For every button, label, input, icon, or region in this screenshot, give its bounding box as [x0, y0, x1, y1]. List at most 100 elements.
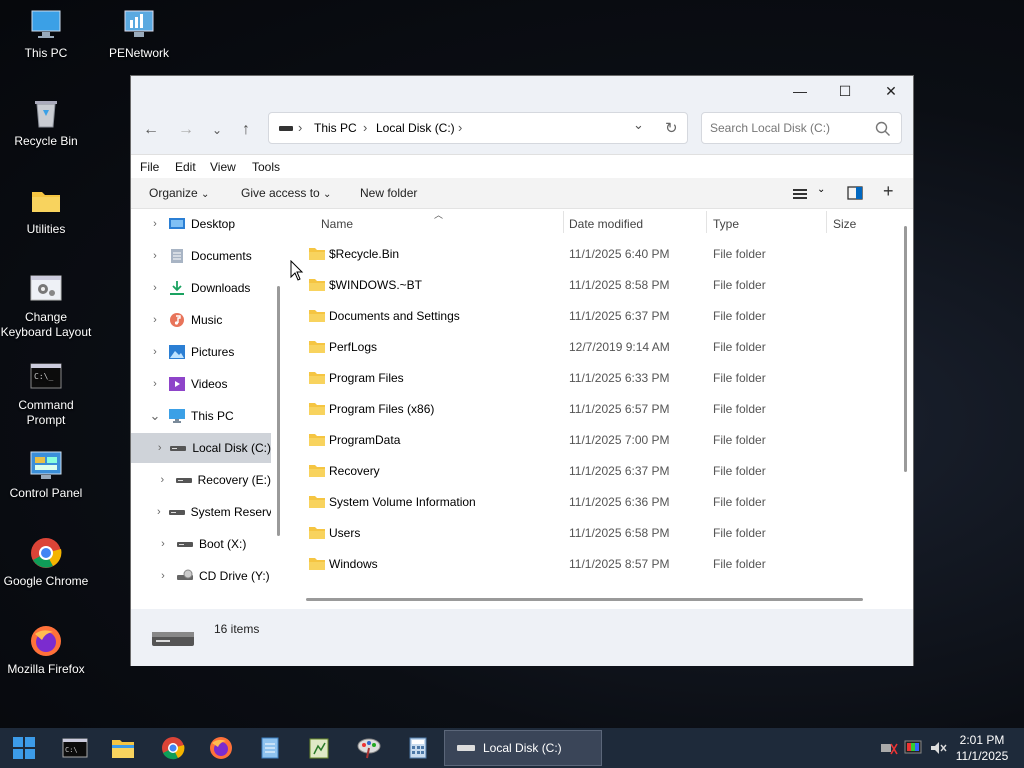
forward-button[interactable]: → — [174, 118, 198, 142]
desktop-icon-google-chrome[interactable]: Google Chrome — [0, 536, 92, 589]
column-header-date-modified[interactable]: Date modified — [569, 217, 643, 231]
chevron-right-icon[interactable]: › — [149, 314, 161, 326]
minimize-button[interactable]: — — [780, 80, 820, 102]
file-row[interactable]: Documents and Settings 11/1/2025 6:37 PM F… — [289, 301, 889, 331]
file-row[interactable]: $Recycle.Bin 11/1/2025 6:40 PM File folder — [289, 239, 889, 269]
chrome-icon[interactable] — [160, 736, 186, 760]
maximize-button[interactable]: ☐ — [825, 80, 865, 102]
nav-item[interactable]: › Desktop — [131, 209, 271, 239]
settings-window-icon — [29, 272, 63, 306]
editor-icon[interactable] — [306, 736, 332, 760]
pictures-icon — [169, 345, 185, 359]
desktop-icon-utilities[interactable]: Utilities — [0, 184, 92, 237]
file-explorer-icon[interactable] — [110, 736, 136, 760]
calculator-icon[interactable] — [405, 736, 431, 760]
notepad-icon[interactable] — [257, 736, 283, 760]
file-row[interactable]: $WINDOWS.~BT 11/1/2025 8:58 PM File folder — [289, 270, 889, 300]
nav-item[interactable]: › Documents — [131, 241, 271, 271]
chevron-right-icon[interactable]: › — [157, 538, 169, 550]
new-folder-button[interactable]: New folder — [360, 186, 417, 200]
navigation-pane-scrollbar[interactable] — [277, 286, 280, 536]
terminal-icon[interactable]: C:\ — [62, 736, 88, 760]
back-button[interactable]: ← — [139, 118, 163, 142]
organize-button[interactable]: Organize ⌄ — [149, 186, 209, 200]
menu-tools[interactable]: Tools — [252, 160, 280, 174]
paint-icon[interactable] — [355, 736, 381, 760]
chevron-right-icon[interactable]: › — [157, 442, 162, 454]
breadcrumb-local-disk[interactable]: Local Disk (C:) — [376, 121, 455, 135]
recent-locations-button[interactable]: ⌄ — [205, 118, 229, 142]
firefox-icon[interactable] — [208, 736, 234, 760]
nav-item[interactable]: › Boot (X:) — [131, 529, 271, 559]
search-box[interactable]: Search Local Disk (C:) — [701, 112, 902, 144]
menu-edit[interactable]: Edit — [175, 160, 196, 174]
chevron-down-icon[interactable]: ⌄ — [149, 408, 161, 424]
file-row[interactable]: Program Files 11/1/2025 6:33 PM File folde… — [289, 363, 889, 393]
nav-item[interactable]: › Music — [131, 305, 271, 335]
nav-item[interactable]: › System Reserved — [131, 497, 271, 527]
search-input[interactable]: Search Local Disk (C:) — [710, 121, 830, 135]
file-row[interactable]: Windows 11/1/2025 8:57 PM File folder — [289, 549, 889, 579]
view-options-button[interactable]: ⌄ — [791, 184, 827, 202]
taskbar-window-local-disk[interactable]: Local Disk (C:) — [444, 730, 602, 766]
nav-item[interactable]: › Pictures — [131, 337, 271, 367]
refresh-button[interactable]: ↻ — [665, 119, 678, 137]
display-icon[interactable] — [904, 740, 922, 756]
system-clock[interactable]: 2:01 PM 11/1/2025 — [950, 732, 1014, 764]
desktop-icon-label: This PC — [24, 46, 68, 60]
nav-item[interactable]: › Downloads — [131, 273, 271, 303]
nav-item[interactable]: › Videos — [131, 369, 271, 399]
file-row[interactable]: Users 11/1/2025 6:58 PM File folder — [289, 518, 889, 548]
nav-item[interactable]: ⌄ This PC — [131, 401, 271, 431]
file-row[interactable]: System Volume Information 11/1/2025 6:36 … — [289, 487, 889, 517]
file-row[interactable]: ProgramData 11/1/2025 7:00 PM File folder — [289, 425, 889, 455]
menu-file[interactable]: File — [140, 160, 159, 174]
nav-item[interactable]: › Local Disk (C:) — [131, 433, 271, 463]
chevron-right-icon[interactable]: › — [149, 250, 161, 262]
desktop-icon-mozilla-firefox[interactable]: Mozilla Firefox — [0, 624, 92, 677]
up-button[interactable]: ↑ — [234, 118, 258, 142]
chevron-right-icon[interactable]: › — [149, 218, 161, 230]
chevron-right-icon[interactable]: › — [149, 282, 161, 294]
address-history-button[interactable]: ⌄ — [633, 117, 644, 133]
desktop-icon-change-keyboard-layout[interactable]: Change Keyboard Layout — [0, 272, 92, 340]
close-button[interactable]: ✕ — [871, 80, 911, 102]
menu-view[interactable]: View — [210, 160, 236, 174]
breadcrumb-separator: › — [363, 120, 368, 135]
start-icon[interactable] — [12, 736, 38, 760]
nav-item[interactable]: › CD Drive (Y:) — [131, 561, 271, 591]
file-type: File folder — [713, 309, 766, 323]
chevron-down-icon: ⌄ — [323, 189, 332, 200]
chevron-right-icon[interactable]: › — [149, 346, 161, 358]
folder-icon — [309, 310, 325, 322]
column-header-name[interactable]: Name — [321, 217, 353, 231]
desktop-icon-penetwork[interactable]: PENetwork — [93, 8, 185, 61]
file-row[interactable]: Program Files (x86) 11/1/2025 6:57 PM File… — [289, 394, 889, 424]
breadcrumb-this-pc[interactable]: This PC — [314, 121, 357, 135]
mouse-cursor-icon — [290, 260, 304, 281]
breadcrumb-separator: › — [458, 120, 463, 135]
column-header-type[interactable]: Type — [713, 217, 739, 231]
chevron-right-icon[interactable]: › — [157, 570, 169, 582]
desktop-icon-this-pc[interactable]: This PC — [0, 8, 92, 61]
give-access-button[interactable]: Give access to ⌄ — [241, 186, 331, 200]
vertical-scrollbar[interactable] — [904, 226, 907, 472]
volume-muted-icon[interactable] — [929, 740, 947, 756]
desktop-icon-command-prompt[interactable]: C:\_ Command Prompt — [0, 360, 92, 428]
add-button[interactable]: + — [883, 181, 894, 202]
network-status-icon[interactable] — [880, 740, 898, 756]
column-header-size[interactable]: Size — [833, 217, 856, 231]
chevron-right-icon[interactable]: › — [157, 474, 168, 486]
desktop-icon-recycle-bin[interactable]: Recycle Bin — [0, 96, 92, 149]
chevron-right-icon[interactable]: › — [149, 378, 161, 390]
chevron-right-icon[interactable]: › — [157, 506, 161, 518]
address-bar[interactable]: › This PC › Local Disk (C:) › ⌄ ↻ — [268, 112, 688, 144]
file-row[interactable]: PerfLogs 12/7/2019 9:14 AM File folder — [289, 332, 889, 362]
desktop-icon-control-panel[interactable]: Control Panel — [0, 448, 92, 501]
file-type: File folder — [713, 371, 766, 385]
file-row[interactable]: Recovery 11/1/2025 6:37 PM File folder — [289, 456, 889, 486]
file-date: 12/7/2019 9:14 AM — [569, 340, 670, 354]
preview-pane-icon[interactable] — [847, 186, 863, 200]
nav-item[interactable]: › Recovery (E:) — [131, 465, 271, 495]
horizontal-scrollbar[interactable] — [306, 598, 863, 601]
